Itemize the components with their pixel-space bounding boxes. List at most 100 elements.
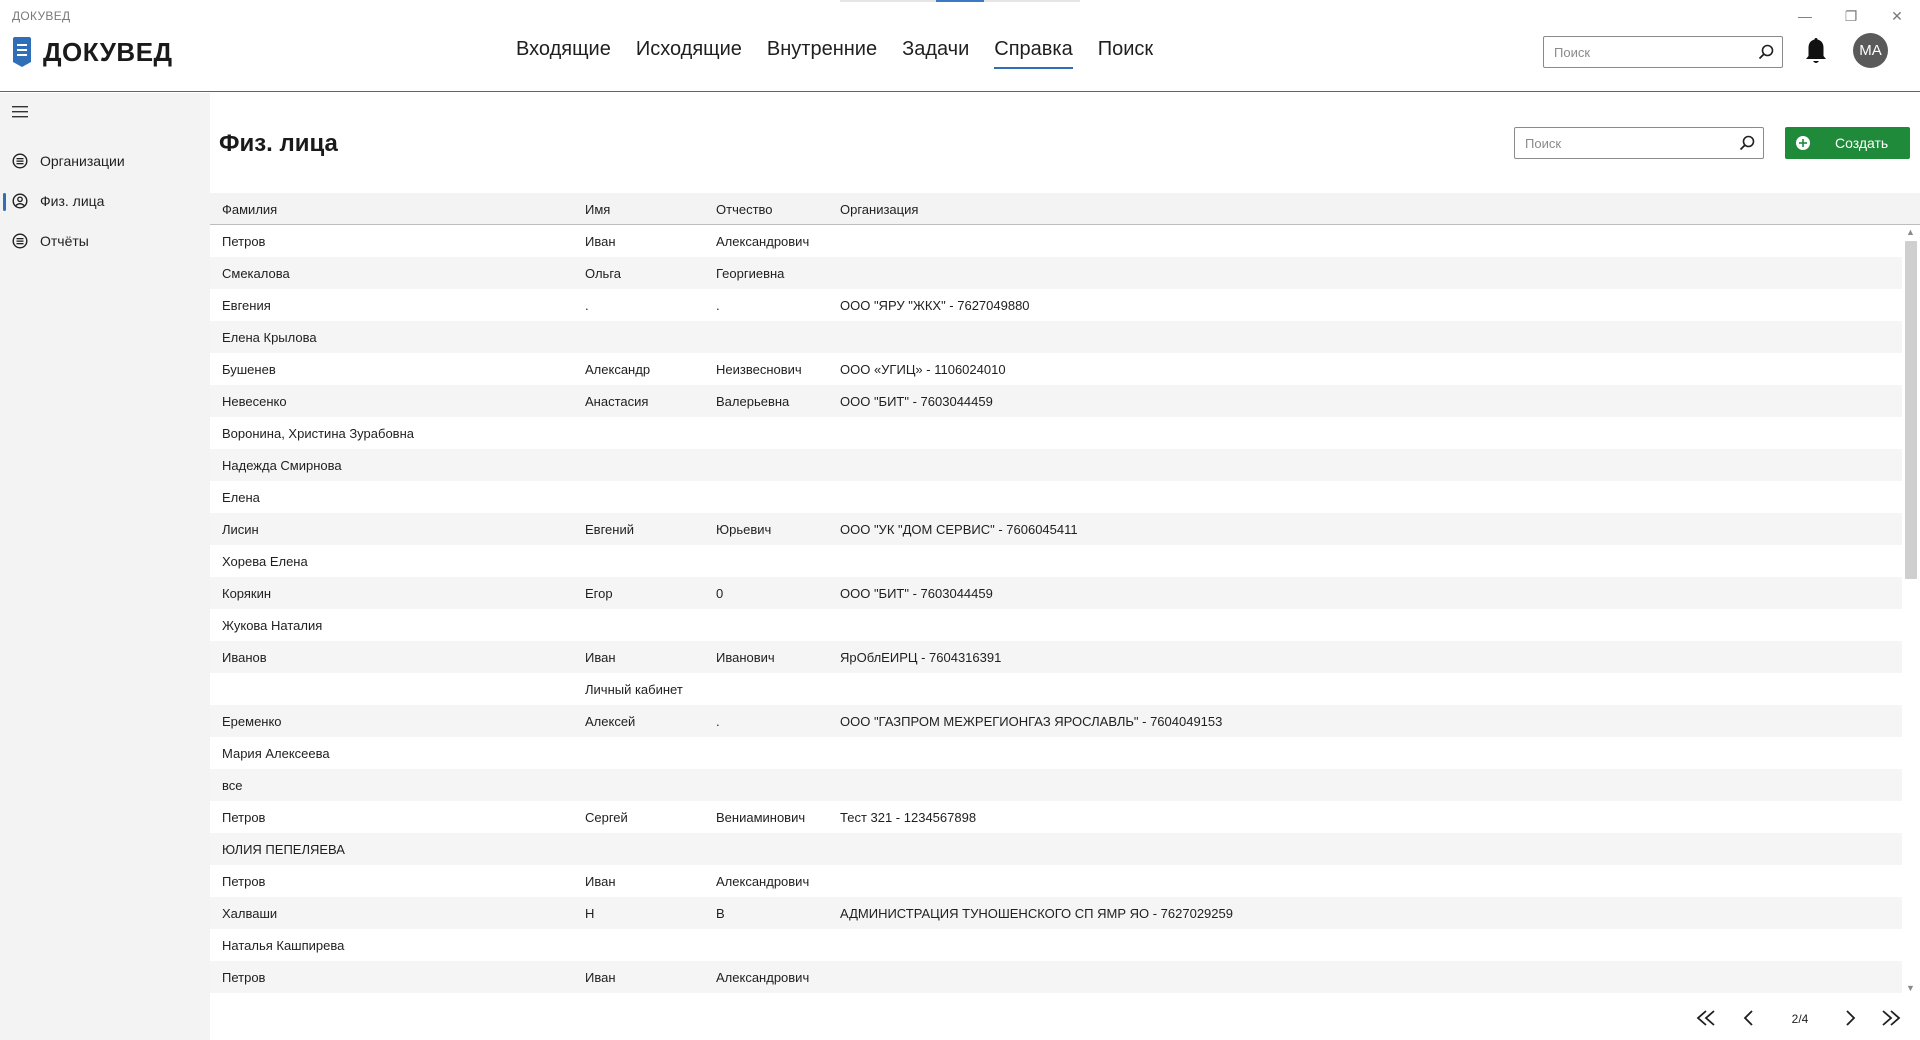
table-scrollbar[interactable]: ▲ ▼ — [1902, 225, 1920, 993]
table-row[interactable]: Наталья Кашпирева — [210, 929, 1902, 961]
cell-patronymic: Юрьевич — [716, 522, 772, 537]
cell-firstname: Егор — [585, 586, 613, 601]
cell-organization: Тест 321 - 1234567898 — [840, 810, 977, 825]
table-body: Петров Иван Александрович Смекалова Ольга Гео… — [210, 225, 1902, 993]
sidebar-item-organizations[interactable]: Организации — [0, 146, 210, 176]
table-row[interactable]: Еременко Алексей. ООО "ГАЗПРОМ МЕЖРЕГИОНГА… — [210, 705, 1902, 737]
loading-indicator — [840, 0, 1080, 2]
create-button[interactable]: Создать — [1785, 127, 1910, 159]
cell-firstname: Личный кабинет — [585, 682, 683, 697]
search-icon[interactable] — [1758, 44, 1774, 60]
global-search-input[interactable] — [1544, 37, 1744, 67]
table-row[interactable]: Халваши Н В АДМИНИСТРАЦИЯ ТУНОШЕНСКОГО СП Я… — [210, 897, 1902, 929]
table-search-input[interactable] — [1515, 128, 1725, 158]
app-header: ДОКУВЕД — ❐ ✕ ДОКУВЕД Входящие Исходящие… — [0, 0, 1920, 92]
sidebar: Организации Физ. лица Отчёты — [0, 93, 210, 1040]
table-row[interactable]: Хорева Елена — [210, 545, 1902, 577]
cell-firstname: Иван — [585, 650, 616, 665]
cell-lastname: Корякин — [222, 586, 272, 601]
table-row[interactable]: Личный кабинет — [210, 673, 1902, 705]
first-page-icon[interactable] — [1694, 1006, 1718, 1030]
nav-incoming[interactable]: Входящие — [516, 38, 611, 69]
cell-lastname: Иванов — [222, 650, 267, 665]
nav-internal[interactable]: Внутренние — [767, 38, 877, 69]
table-row[interactable]: Лисин Евгений Юрьевич ООО "УК "ДОМ СЕРВИС" … — [210, 513, 1902, 545]
window-titlebar: ДОКУВЕД — ❐ ✕ — [0, 0, 1920, 32]
table-row[interactable]: ЮЛИЯ ПЕПЕЛЯЕВА — [210, 833, 1902, 865]
table-row[interactable]: Иванов Иван Иванович ЯрОблЕИРЦ - 7604316391 — [210, 641, 1902, 673]
table-row[interactable]: Корякин Егор 0 ООО "БИТ" - 7603044459 — [210, 577, 1902, 609]
cell-organization: ООО "БИТ" - 7603044459 — [840, 586, 993, 601]
hamburger-menu-icon[interactable] — [12, 105, 30, 119]
nav-search[interactable]: Поиск — [1098, 38, 1153, 69]
cell-lastname: Петров — [222, 810, 266, 825]
close-button[interactable]: ✕ — [1874, 0, 1920, 32]
cell-lastname: Халваши — [222, 906, 278, 921]
sidebar-item-persons[interactable]: Физ. лица — [0, 186, 210, 216]
main-nav: Входящие Исходящие Внутренние Задачи Спр… — [516, 38, 1178, 69]
table-row[interactable]: Петров Иван Александрович — [210, 865, 1902, 897]
last-page-icon[interactable] — [1879, 1006, 1903, 1030]
search-icon[interactable] — [1739, 135, 1755, 151]
table-search-box — [1514, 127, 1764, 159]
notifications-bell-icon[interactable] — [1804, 36, 1828, 66]
cell-lastname: Петров — [222, 970, 266, 985]
nav-reference[interactable]: Справка — [994, 38, 1073, 69]
table-row[interactable]: Петров Иван Александрович — [210, 225, 1902, 257]
cell-firstname: Алексей — [585, 714, 636, 729]
create-button-label: Создать — [1835, 135, 1889, 151]
cell-lastname: Елена Крылова — [222, 330, 317, 345]
cell-lastname: ЮЛИЯ ПЕПЕЛЯЕВА — [222, 842, 345, 857]
table-row[interactable]: Бушенев Александр Неизвеснович ООО «УГИЦ» -… — [210, 353, 1902, 385]
cell-organization: ООО «УГИЦ» - 1106024010 — [840, 362, 1006, 377]
table-row[interactable]: Петров Иван Александрович — [210, 961, 1902, 993]
table-row[interactable]: Мария Алексеева — [210, 737, 1902, 769]
minimize-button[interactable]: — — [1782, 0, 1828, 32]
table-row[interactable]: Елена Крылова — [210, 321, 1902, 353]
column-header-patronymic[interactable]: Отчество — [716, 202, 773, 217]
column-header-organization[interactable]: Организация — [840, 202, 918, 217]
cell-lastname: Лисин — [222, 522, 259, 537]
table-row[interactable]: все — [210, 769, 1902, 801]
cell-firstname: Анастасия — [585, 394, 649, 409]
cell-patronymic: . — [716, 298, 720, 313]
cell-lastname: Петров — [222, 874, 266, 889]
column-header-firstname[interactable]: Имя — [585, 202, 610, 217]
persons-table: Фамилия Имя Отчество Организация Петров И… — [210, 193, 1920, 993]
cell-patronymic: В — [716, 906, 725, 921]
cell-firstname: Евгений — [585, 522, 634, 537]
window-title: ДОКУВЕД — [12, 9, 71, 23]
scroll-down-arrow-icon[interactable]: ▼ — [1906, 983, 1915, 993]
scroll-up-arrow-icon[interactable]: ▲ — [1906, 227, 1915, 237]
next-page-icon[interactable] — [1838, 1006, 1862, 1030]
table-row[interactable]: Жукова Наталия — [210, 609, 1902, 641]
previous-page-icon[interactable] — [1737, 1006, 1761, 1030]
cell-firstname: Н — [585, 906, 595, 921]
cell-lastname: Еременко — [222, 714, 282, 729]
table-row[interactable]: Смекалова Ольга Георгиевна — [210, 257, 1902, 289]
user-avatar[interactable]: МА — [1853, 33, 1888, 68]
table-row[interactable]: Воронина, Христина Зурабовна — [210, 417, 1902, 449]
table-row[interactable]: Надежда Смирнова — [210, 449, 1902, 481]
sidebar-item-reports[interactable]: Отчёты — [0, 226, 210, 256]
cell-organization: ООО "БИТ" - 7603044459 — [840, 394, 993, 409]
table-row[interactable]: Елена — [210, 481, 1902, 513]
pagination: 2/4 — [0, 1000, 1920, 1040]
cell-patronymic: . — [716, 714, 720, 729]
app-logo[interactable]: ДОКУВЕД — [10, 36, 173, 68]
table-row[interactable]: Евгения.. ООО "ЯРУ "ЖКХ" - 7627049880 — [210, 289, 1902, 321]
cell-patronymic: Валерьевна — [716, 394, 790, 409]
table-row[interactable]: Невесенко Анастасия Валерьевна ООО "БИТ" - … — [210, 385, 1902, 417]
cell-lastname: Петров — [222, 234, 266, 249]
column-header-lastname[interactable]: Фамилия — [222, 202, 277, 217]
global-search-box — [1543, 36, 1783, 68]
nav-outgoing[interactable]: Исходящие — [636, 38, 742, 69]
window-controls: — ❐ ✕ — [1782, 0, 1920, 32]
cell-lastname: Надежда Смирнова — [222, 458, 342, 473]
nav-tasks[interactable]: Задачи — [902, 38, 969, 69]
scroll-thumb[interactable] — [1905, 241, 1917, 579]
cell-firstname: Александр — [585, 362, 651, 377]
table-row[interactable]: Петров Сергей Вениаминович Тест 321 - 12345… — [210, 801, 1902, 833]
maximize-button[interactable]: ❐ — [1828, 0, 1874, 32]
cell-lastname: Воронина, Христина Зурабовна — [222, 426, 414, 441]
